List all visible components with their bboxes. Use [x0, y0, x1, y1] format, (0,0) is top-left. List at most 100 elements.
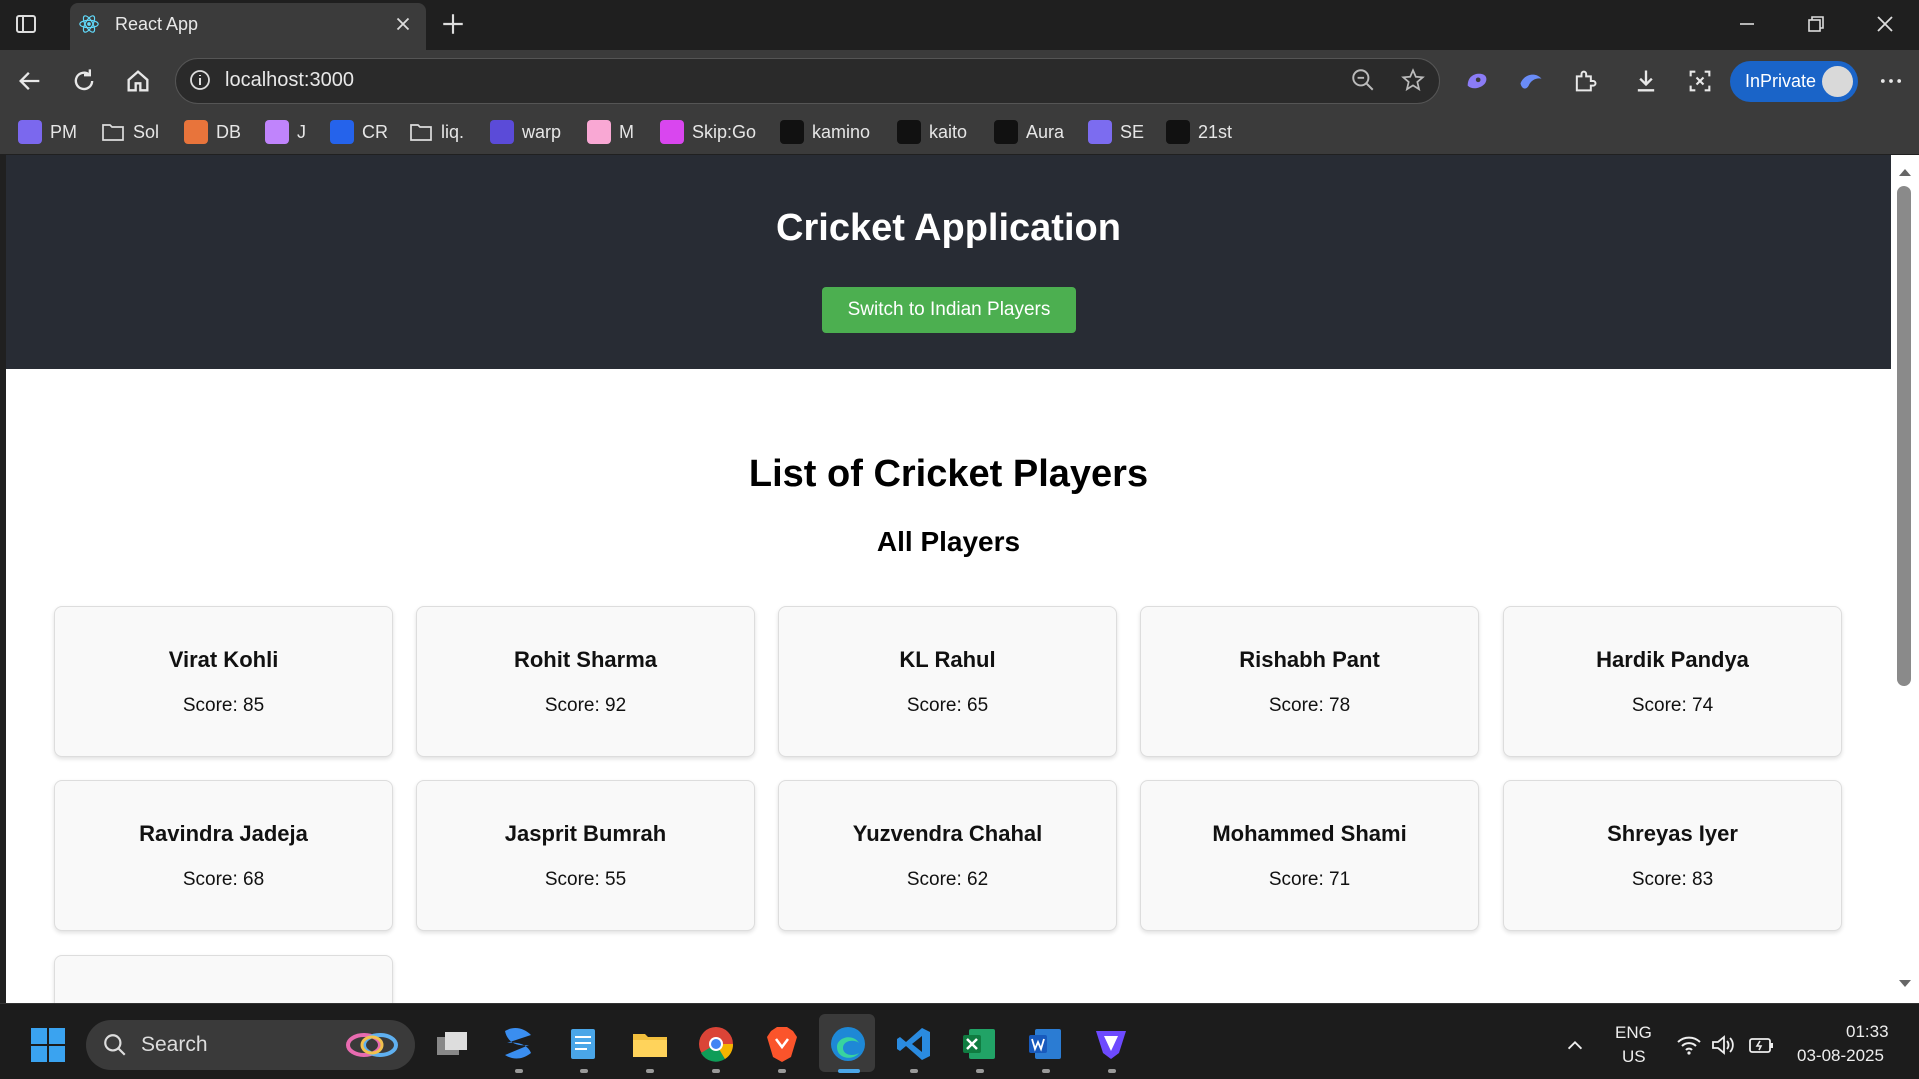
bookmark-item[interactable]: Skip:Go [660, 119, 756, 145]
clock-time[interactable]: 01:33 [1846, 1022, 1889, 1042]
file-explorer-icon[interactable] [628, 1022, 672, 1066]
bookmark-item[interactable]: liq. [409, 119, 464, 145]
volume-icon[interactable] [1710, 1033, 1736, 1057]
extensions-puzzle-icon[interactable] [1571, 67, 1599, 95]
react-icon [79, 15, 99, 33]
bookmark-label: M [619, 121, 634, 142]
folder-icon [409, 120, 433, 144]
bookmark-item[interactable]: Sol [101, 119, 159, 145]
running-indicator [778, 1069, 786, 1073]
refresh-icon[interactable] [70, 67, 98, 95]
running-indicator [712, 1069, 720, 1073]
m-icon [587, 120, 611, 144]
brave-icon[interactable] [760, 1022, 804, 1066]
more-options-icon[interactable] [1877, 67, 1905, 95]
player-score: Score: 68 [182, 869, 265, 890]
url-text[interactable]: localhost:3000 [225, 69, 354, 92]
player-card: Shreyas Iyer Score: 83 [1503, 780, 1842, 931]
player-card: Mohammed Shami Score: 71 [1140, 780, 1479, 931]
bookmark-item[interactable]: DB [184, 119, 241, 145]
player-score: Score: 74 [1631, 695, 1714, 716]
home-icon[interactable] [124, 67, 152, 95]
running-indicator [515, 1069, 523, 1073]
running-indicator [580, 1069, 588, 1073]
vscode-icon[interactable] [892, 1022, 936, 1066]
proton-vpn-icon[interactable] [1089, 1022, 1133, 1066]
minimize-icon[interactable] [1735, 12, 1759, 36]
bookmark-item[interactable]: CR [330, 119, 388, 145]
clock-date[interactable]: 03-08-2025 [1797, 1046, 1884, 1066]
profile-avatar[interactable] [1822, 66, 1853, 97]
wifi-icon[interactable] [1676, 1033, 1702, 1057]
excel-icon[interactable] [957, 1022, 1001, 1066]
bookmark-item[interactable]: warp [490, 119, 561, 145]
back-icon[interactable] [16, 67, 44, 95]
keyboard-layout[interactable]: US [1622, 1047, 1646, 1067]
close-window-icon[interactable] [1873, 12, 1897, 36]
scroll-down-icon[interactable] [1897, 978, 1913, 990]
search-icon [104, 1034, 126, 1056]
app-header: Cricket Application Switch to Indian Pla… [6, 155, 1891, 369]
player-card: Jasprit Bumrah Score: 55 [416, 780, 755, 931]
player-name: Hardik Pandya [1596, 647, 1749, 672]
bookmark-item[interactable]: SE [1088, 119, 1144, 145]
screenshot-icon[interactable] [1686, 67, 1714, 95]
downloads-icon[interactable] [1632, 67, 1660, 95]
bookmark-item[interactable]: M [587, 119, 634, 145]
player-score: Score: 71 [1268, 869, 1351, 890]
task-view-icon[interactable] [431, 1022, 475, 1066]
player-name: Rohit Sharma [513, 647, 658, 672]
favorite-star-icon[interactable] [1400, 67, 1426, 93]
info-icon[interactable] [188, 68, 212, 92]
bookmark-label: SE [1120, 121, 1145, 142]
bookmark-item[interactable]: J [265, 119, 306, 145]
windows-start-icon[interactable] [30, 1027, 66, 1063]
bookmark-item[interactable]: 21st [1166, 119, 1232, 145]
close-tab-icon[interactable] [392, 13, 414, 35]
edge-icon[interactable] [826, 1022, 870, 1066]
player-card: Rishabh Pant Score: 78 [1140, 606, 1479, 757]
bookmark-item[interactable]: kamino [780, 119, 870, 145]
new-tab-icon[interactable] [440, 11, 466, 37]
battery-icon[interactable] [1748, 1033, 1774, 1057]
browser-window: React App localhost:3000 InPrivate PM Sol… [0, 0, 1919, 1079]
restore-icon[interactable] [1804, 12, 1828, 36]
bookmark-label: liq. [441, 121, 465, 142]
notepad-icon[interactable] [561, 1022, 605, 1066]
bookmark-item[interactable]: kaito [897, 119, 967, 145]
scroll-up-icon[interactable] [1897, 166, 1913, 178]
player-name: Shreyas Iyer [1607, 821, 1738, 846]
address-bar[interactable] [175, 58, 1440, 104]
player-card: Ravindra Jadeja Score: 68 [54, 780, 393, 931]
language-code[interactable]: ENG [1615, 1023, 1652, 1043]
jupiter-icon [265, 120, 289, 144]
bookmark-item[interactable]: Aura [994, 119, 1064, 145]
cr-icon [330, 120, 354, 144]
zoom-out-icon[interactable] [1350, 67, 1376, 93]
tab-actions-icon[interactable] [14, 12, 38, 36]
warp-icon [490, 120, 514, 144]
skip-icon [660, 120, 684, 144]
app-blue-icon[interactable] [496, 1022, 540, 1066]
scrollbar-thumb[interactable] [1897, 186, 1911, 686]
running-indicator [976, 1069, 984, 1073]
bookmark-label: J [297, 121, 306, 142]
player-card: Yuzvendra Chahal Score: 62 [778, 780, 1117, 931]
chevron-up-icon[interactable] [1564, 1034, 1586, 1056]
word-icon[interactable] [1023, 1022, 1067, 1066]
running-indicator [1042, 1069, 1050, 1073]
bookmark-label: CR [362, 121, 388, 142]
bookmark-item[interactable]: PM [18, 119, 77, 145]
aura-icon [994, 120, 1018, 144]
switch-players-button[interactable]: Switch to Indian Players [822, 287, 1076, 333]
extension-swirl-icon[interactable] [1517, 67, 1545, 95]
db-icon [184, 120, 208, 144]
tab-title: React App [115, 14, 199, 34]
bookmark-label: PM [50, 121, 77, 142]
chrome-icon[interactable] [694, 1022, 738, 1066]
player-score: Score: 92 [544, 695, 627, 716]
kamino-icon [780, 120, 804, 144]
bookmark-label: Skip:Go [692, 121, 757, 142]
copilot-icon[interactable] [1463, 67, 1491, 95]
bookmark-label: Sol [133, 121, 160, 142]
